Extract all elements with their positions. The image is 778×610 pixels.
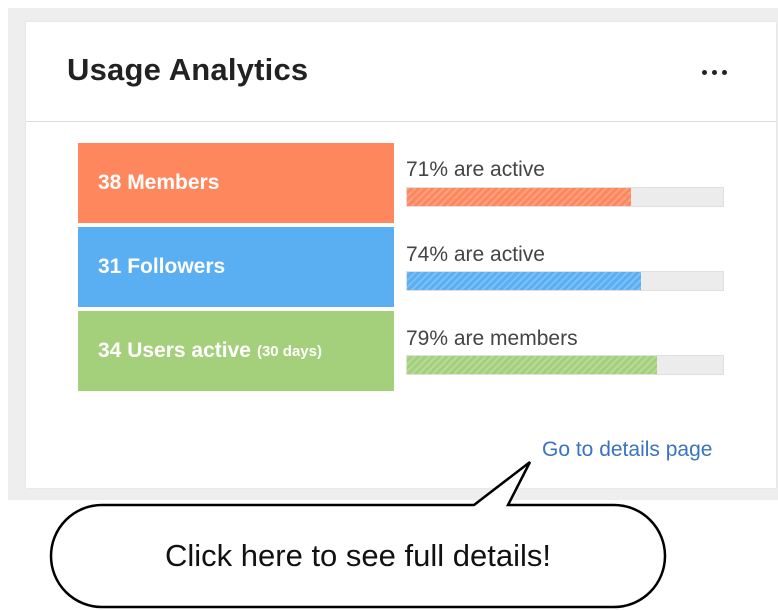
members-active-bar [406, 187, 724, 207]
members-stat-block: 38 Members [78, 143, 394, 223]
more-dot [712, 69, 717, 75]
followers-active-label: 74% are active [406, 243, 545, 266]
users-active-stat-suffix: (30 days) [256, 342, 322, 360]
more-dot [702, 69, 707, 75]
go-to-details-link[interactable]: Go to details page [542, 438, 712, 462]
members-active-label: 71% are active [406, 158, 545, 181]
users-members-label: 79% are members [406, 327, 578, 350]
members-active-bar-fill [407, 188, 632, 206]
users-active-stat-block: 34 Users active (30 days) [78, 311, 394, 391]
users-members-bar [406, 355, 724, 375]
widget-title: Usage Analytics [67, 52, 309, 87]
users-active-stat-label: 34 Users active [98, 339, 251, 362]
followers-active-bar [406, 271, 724, 291]
more-options-icon[interactable] [702, 66, 742, 78]
usage-analytics-widget: Usage Analytics 38 Members 71% are activ… [26, 22, 776, 488]
followers-stat-block: 31 Followers [78, 227, 394, 307]
users-members-bar-fill [407, 356, 657, 374]
more-dot [722, 69, 727, 75]
callout-text: Click here to see full details! [165, 538, 551, 573]
followers-active-bar-fill [407, 272, 641, 290]
widget-header: Usage Analytics [26, 22, 776, 122]
followers-stat-label: 31 Followers [98, 255, 226, 278]
members-stat-label: 38 Members [98, 171, 220, 194]
